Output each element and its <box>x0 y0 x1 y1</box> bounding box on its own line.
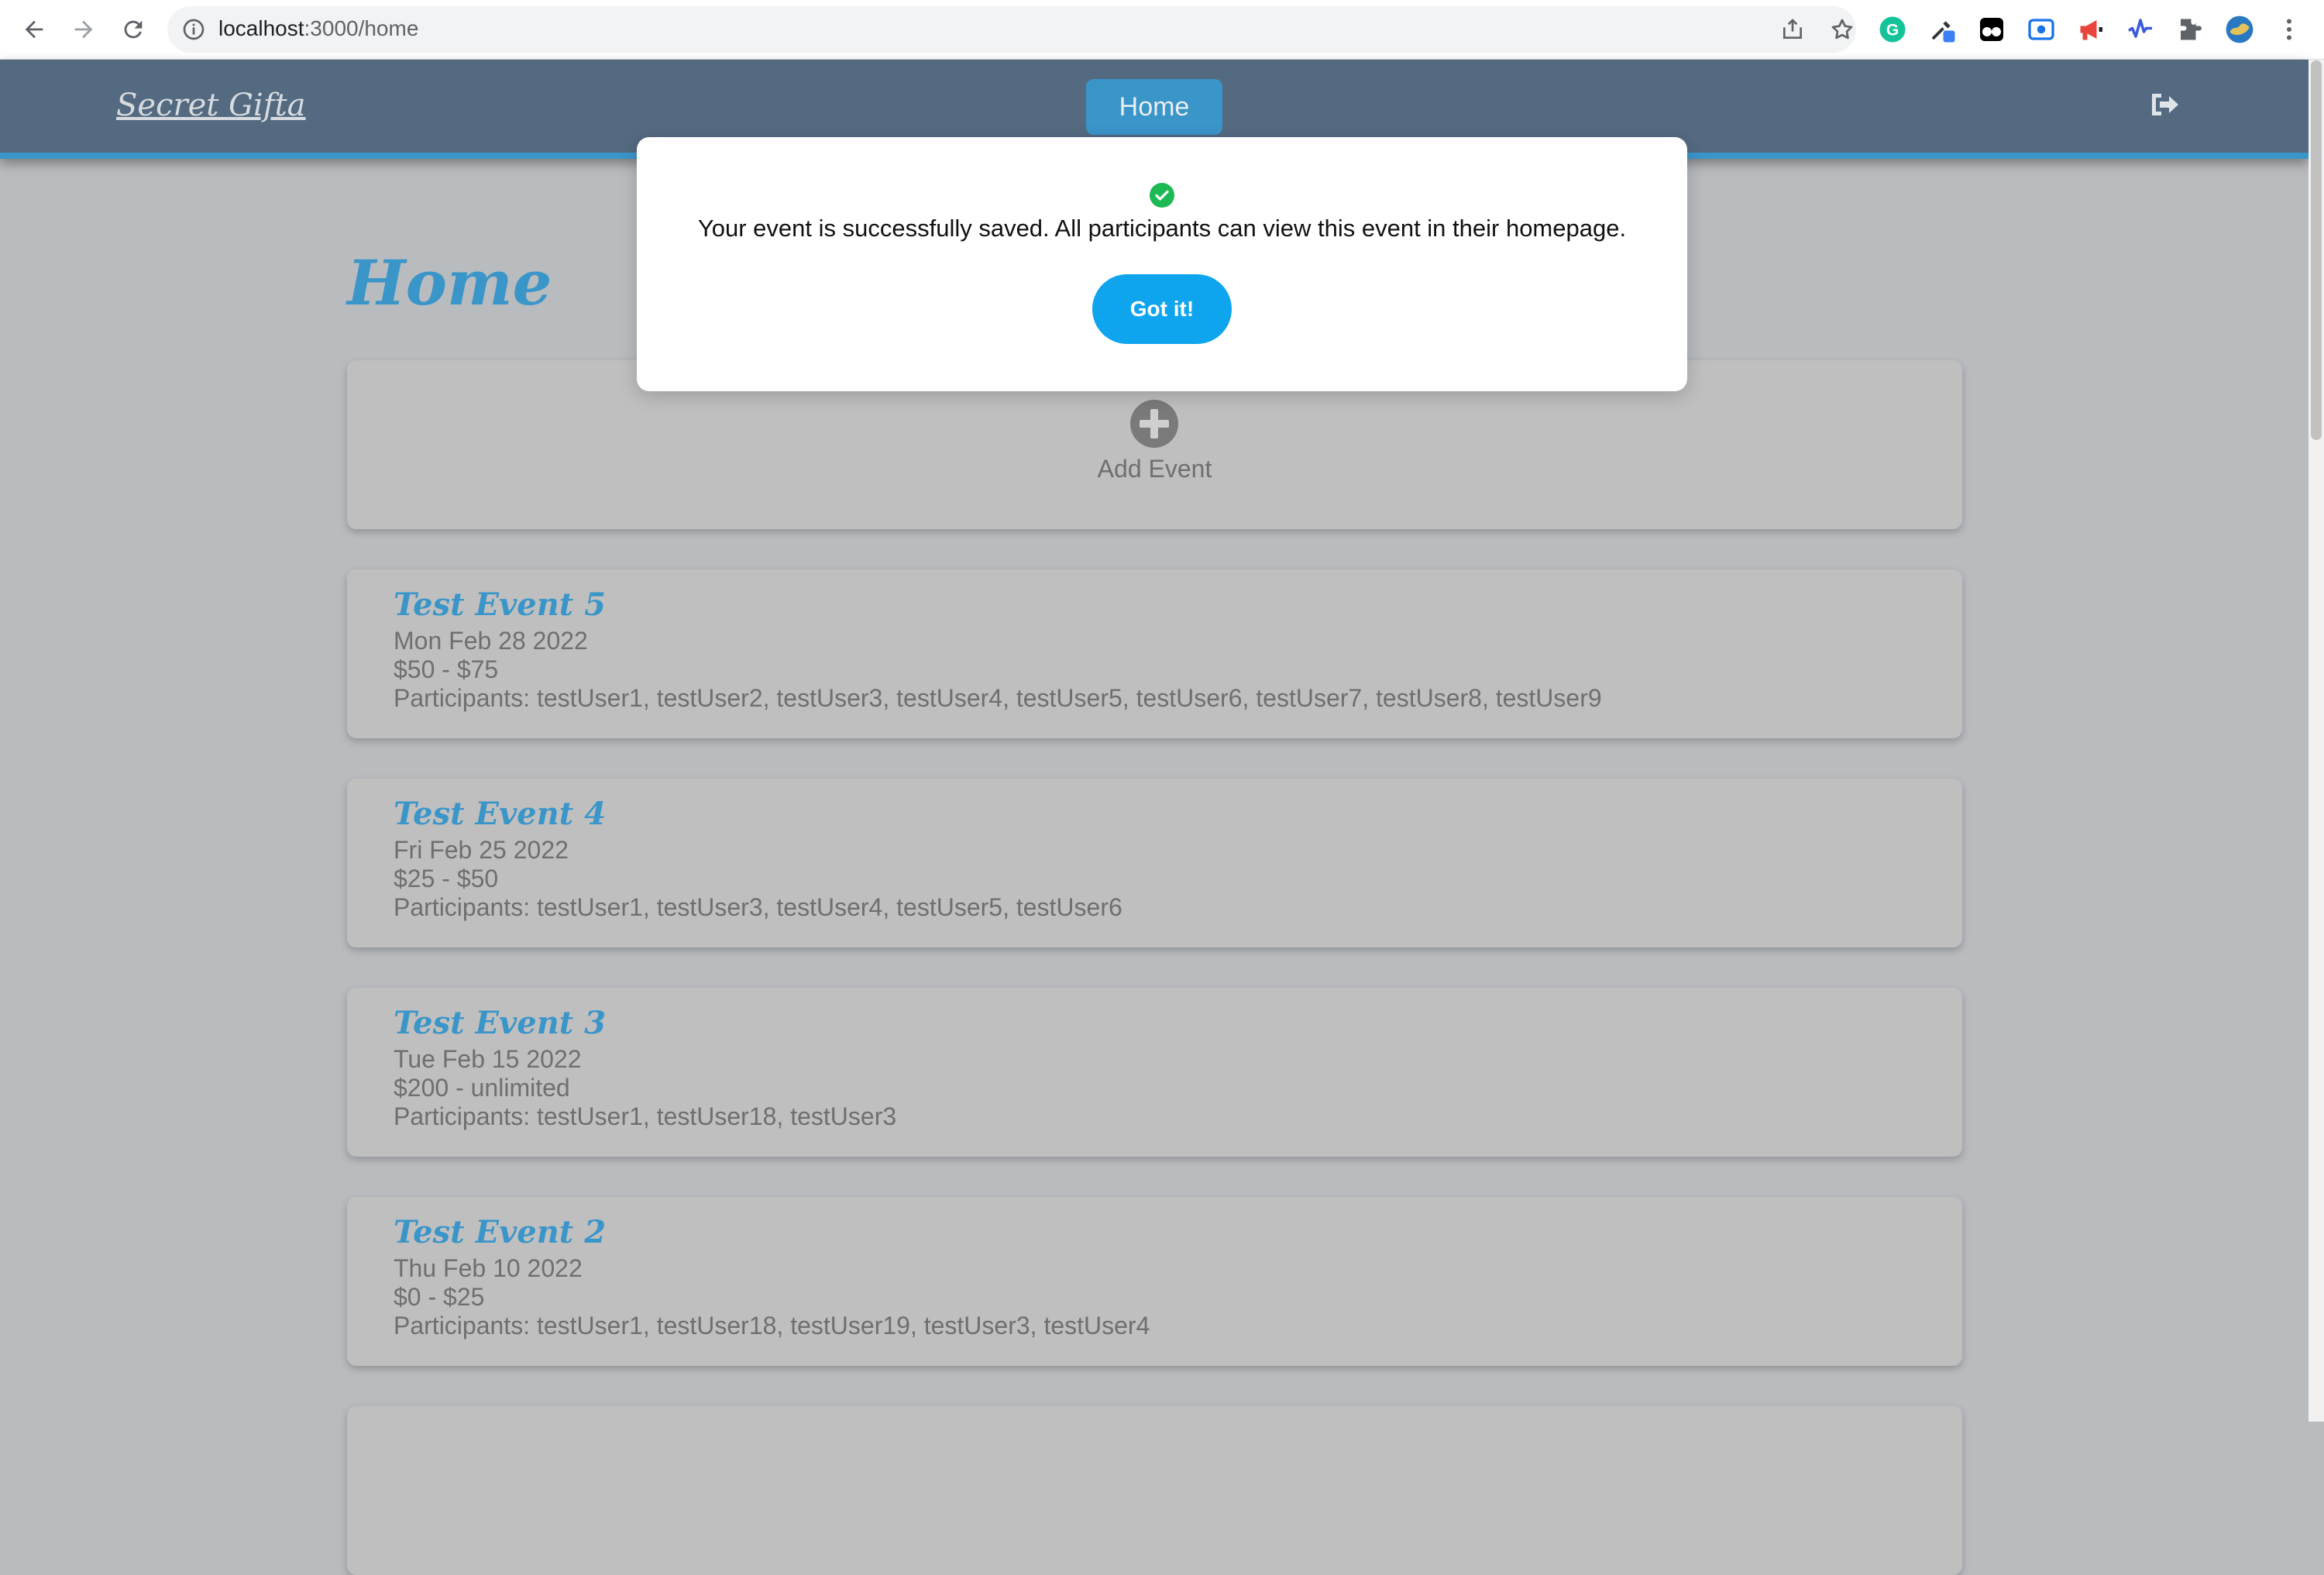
check-circle-icon <box>1150 183 1174 208</box>
grammarly-extension-icon[interactable]: G <box>1878 15 1907 44</box>
share-icon[interactable] <box>1780 17 1805 42</box>
event-title[interactable]: Test Event 4 <box>394 796 606 832</box>
event-participants: Participants: testUser1, testUser2, test… <box>394 684 1602 712</box>
event-title[interactable]: Test Event 5 <box>394 586 606 623</box>
event-card[interactable]: Test Event 5 Mon Feb 28 2022 $50 - $75 P… <box>347 569 1962 738</box>
url-text: localhost:3000/home <box>218 16 418 41</box>
address-bar[interactable]: localhost:3000/home <box>167 6 1856 53</box>
reload-icon <box>124 20 143 39</box>
megaphone-extension-icon[interactable] <box>2076 15 2106 44</box>
event-budget: $200 - unlimited <box>394 1074 570 1102</box>
event-title[interactable]: Test Event 2 <box>394 1214 606 1250</box>
info-icon[interactable] <box>181 17 206 42</box>
event-participants: Participants: testUser1, testUser18, tes… <box>394 1102 897 1130</box>
nav-home-tab[interactable]: Home <box>1086 79 1222 135</box>
browser-toolbar: localhost:3000/home G <box>0 0 2324 60</box>
event-title[interactable]: Test Event 3 <box>394 1005 606 1041</box>
event-date: Thu Feb 10 2022 <box>394 1254 583 1282</box>
brand-logo-link[interactable]: Secret Gifta <box>116 88 306 123</box>
event-card[interactable]: Test Event 4 Fri Feb 25 2022 $25 - $50 P… <box>347 779 1962 947</box>
page-title: Home <box>347 246 552 319</box>
scrollbar-thumb[interactable] <box>2311 60 2322 440</box>
wave-extension-icon[interactable] <box>2126 15 2155 44</box>
profile-avatar-icon[interactable] <box>2225 15 2254 44</box>
screen-recorder-extension-icon[interactable] <box>2027 15 2056 44</box>
modal-message: Your event is successfully saved. All pa… <box>697 215 1627 242</box>
event-participants: Participants: testUser1, testUser3, test… <box>394 893 1122 921</box>
event-budget: $0 - $25 <box>394 1283 485 1311</box>
add-event-label: Add Event <box>1097 455 1212 483</box>
success-modal: Your event is successfully saved. All pa… <box>637 137 1687 391</box>
event-card-partial[interactable] <box>347 1406 1962 1575</box>
reload-button[interactable] <box>115 11 152 48</box>
tampermonkey-extension-icon[interactable] <box>1977 15 2006 44</box>
event-budget: $25 - $50 <box>394 865 499 892</box>
event-date: Fri Feb 25 2022 <box>394 836 569 864</box>
event-participants: Participants: testUser1, testUser18, tes… <box>394 1312 1150 1339</box>
event-card[interactable]: Test Event 2 Thu Feb 10 2022 $0 - $25 Pa… <box>347 1197 1962 1366</box>
plus-circle-icon <box>1130 400 1178 448</box>
event-budget: $50 - $75 <box>394 655 499 683</box>
star-icon[interactable] <box>1830 17 1855 42</box>
got-it-button[interactable]: Got it! <box>1092 274 1232 344</box>
event-date: Mon Feb 28 2022 <box>394 627 588 655</box>
back-button[interactable] <box>15 11 53 48</box>
arrow-right-icon <box>74 20 93 39</box>
sign-out-icon[interactable] <box>2149 91 2180 119</box>
url-path: :3000/home <box>304 16 419 40</box>
arrow-left-icon <box>25 20 43 39</box>
forward-button[interactable] <box>65 11 102 48</box>
event-date: Tue Feb 15 2022 <box>394 1045 582 1073</box>
url-host: localhost <box>218 16 304 40</box>
eyedropper-extension-icon[interactable] <box>1927 15 1957 44</box>
puzzle-extensions-icon[interactable] <box>2175 15 2205 44</box>
svg-text:G: G <box>1886 22 1899 40</box>
kebab-menu-icon[interactable] <box>2274 15 2304 44</box>
event-card[interactable]: Test Event 3 Tue Feb 15 2022 $200 - unli… <box>347 988 1962 1157</box>
